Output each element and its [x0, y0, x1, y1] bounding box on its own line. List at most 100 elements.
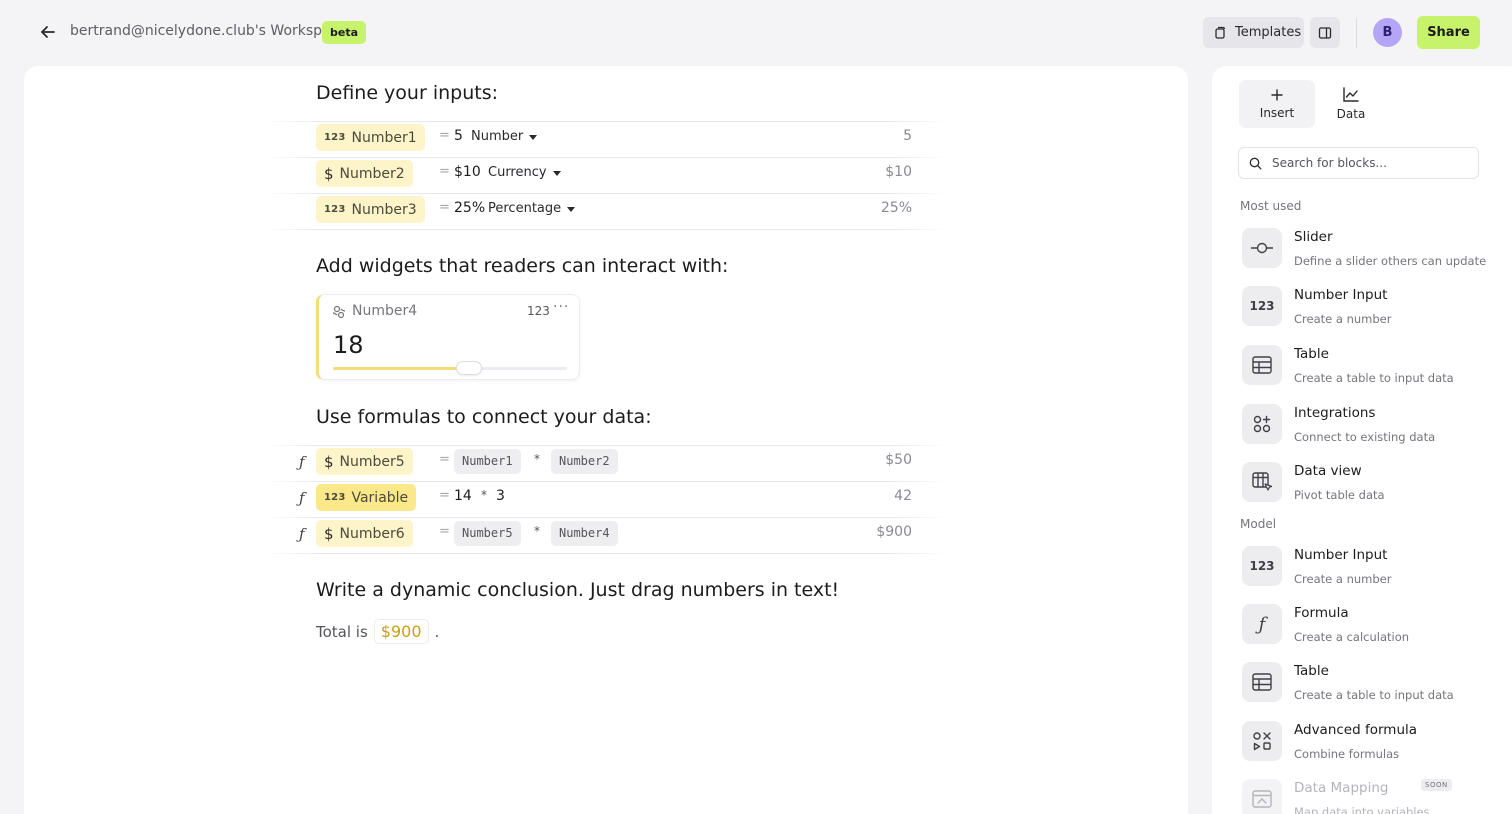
variable-name: Number2	[339, 165, 405, 182]
conclusion-section-title: Write a dynamic conclusion. Just drag nu…	[316, 579, 840, 601]
total-value-chip[interactable]: $900	[373, 619, 429, 644]
format-dropdown[interactable]: Number	[471, 129, 538, 144]
slider-icon	[1242, 228, 1282, 268]
variable-reference[interactable]: Number4	[551, 521, 618, 546]
slider-fill	[333, 367, 469, 370]
block-integrations[interactable]: Integrations Connect to existing data	[1240, 404, 1490, 448]
block-data-mapping: Data Mapping SOON Map data into variable…	[1240, 779, 1490, 814]
input-row-number3[interactable]: 123 Number3 = 25% Percentage 25%	[266, 192, 946, 228]
slider-track[interactable]	[333, 361, 567, 375]
block-title: Advanced formula	[1294, 722, 1418, 738]
input-value[interactable]: $10	[454, 164, 481, 180]
formula-row-number5[interactable]: ƒ $ Number5 = Number1 * Number2 $50	[266, 444, 946, 480]
variable-name: Variable	[351, 489, 409, 506]
block-title: Slider	[1294, 229, 1333, 245]
variable-chip-number3[interactable]: 123 Number3	[316, 196, 425, 223]
group-label-model: Model	[1240, 517, 1277, 531]
conclusion-prefix: Total is	[316, 622, 368, 641]
currency-type-icon: $	[324, 164, 334, 183]
block-title: Data view	[1294, 463, 1362, 479]
input-row-number2[interactable]: $ Number2 = $10 Currency $10	[266, 156, 946, 192]
top-bar: bertrand@nicelydone.club's Workspace bet…	[0, 0, 1512, 66]
number-type-icon: 123	[324, 132, 346, 143]
more-options-icon[interactable]: ···	[553, 299, 569, 315]
tab-insert[interactable]: Insert	[1239, 80, 1315, 128]
formula-operand[interactable]: 14	[454, 488, 472, 504]
block-description: Create a number	[1294, 312, 1392, 326]
widget-variable-name: Number4	[352, 303, 418, 319]
block-description: Combine formulas	[1294, 747, 1400, 761]
variable-chip-variable[interactable]: 123 Variable	[316, 484, 417, 511]
block-description: Map data into variables	[1294, 805, 1430, 814]
variable-reference[interactable]: Number2	[551, 449, 618, 474]
document-canvas: Define your inputs: 123 Number1 = 5 Numb…	[24, 66, 1188, 814]
formula-row-number6[interactable]: ƒ $ Number6 = Number5 * Number4 $900	[266, 516, 946, 552]
equals-sign: =	[439, 128, 450, 143]
variable-name: Number3	[351, 201, 417, 218]
share-button[interactable]: Share	[1417, 16, 1480, 49]
block-data-view[interactable]: Data view Pivot table data	[1240, 462, 1490, 506]
format-dropdown[interactable]: Currency	[488, 165, 561, 180]
tab-label: Data	[1336, 107, 1366, 121]
format-label: Percentage	[488, 201, 562, 216]
multiply-operator: *	[481, 488, 487, 502]
block-number-input[interactable]: 123 Number Input Create a number	[1240, 286, 1490, 330]
search-input[interactable]	[1272, 156, 1462, 170]
input-row-number1[interactable]: 123 Number1 = 5 Number 5	[266, 120, 946, 156]
block-formula[interactable]: ƒ Formula Create a calculation	[1240, 604, 1490, 648]
integrations-icon	[1242, 404, 1282, 444]
widget-type-label: 123	[527, 304, 550, 318]
block-search[interactable]	[1238, 147, 1479, 179]
formulas-section-title: Use formulas to connect your data:	[316, 406, 652, 428]
computed-result: $10	[885, 164, 912, 180]
insert-sidebar: Insert Data Most used Slider Define a sl…	[1212, 66, 1512, 814]
variable-reference[interactable]: Number5	[454, 521, 521, 546]
block-title: Table	[1294, 346, 1329, 362]
sidebar-toggle-icon	[1318, 26, 1332, 39]
block-description: Pivot table data	[1294, 488, 1385, 502]
formula-operand[interactable]: 3	[496, 488, 505, 504]
input-value[interactable]: 5	[454, 128, 463, 144]
block-model-table[interactable]: Table Create a table to input data	[1240, 662, 1490, 706]
tab-data[interactable]: Data	[1313, 80, 1389, 128]
slider-widget-number4[interactable]: Number4 123 ··· 18	[316, 294, 580, 380]
variable-reference[interactable]: Number1	[454, 449, 521, 474]
block-title: Table	[1294, 663, 1329, 679]
block-description: Define a slider others can update	[1294, 254, 1487, 268]
templates-button[interactable]: Templates	[1203, 17, 1304, 48]
table-icon	[1242, 662, 1282, 702]
block-model-number-input[interactable]: 123 Number Input Create a number	[1240, 546, 1490, 590]
back-arrow-icon[interactable]	[38, 22, 58, 42]
block-title: Formula	[1294, 605, 1349, 621]
variable-chip-number1[interactable]: 123 Number1	[316, 124, 425, 151]
conclusion-text[interactable]: Total is $900 .	[316, 619, 439, 644]
block-title: Number Input	[1294, 547, 1388, 563]
format-label: Currency	[488, 165, 547, 180]
row-divider	[266, 229, 946, 230]
soon-badge: SOON	[1421, 779, 1452, 791]
formula-row-variable[interactable]: ƒ 123 Variable = 14 * 3 42	[266, 480, 946, 516]
group-label-most-used: Most used	[1240, 199, 1302, 213]
block-advanced-formula[interactable]: Advanced formula Combine formulas	[1240, 721, 1490, 765]
variable-chip-number2[interactable]: $ Number2	[316, 160, 413, 187]
toggle-panel-button[interactable]	[1310, 17, 1340, 48]
user-avatar[interactable]: B	[1373, 18, 1402, 47]
computed-result: $50	[885, 452, 912, 468]
variable-name: Number5	[339, 453, 405, 470]
equals-sign: =	[439, 488, 450, 503]
tab-label: Insert	[1259, 106, 1295, 120]
equals-sign: =	[439, 452, 450, 467]
block-table[interactable]: Table Create a table to input data	[1240, 345, 1490, 389]
currency-type-icon: $	[324, 524, 334, 543]
computed-result: $900	[876, 524, 912, 540]
slider-thumb[interactable]	[455, 361, 482, 375]
block-slider[interactable]: Slider Define a slider others can update	[1240, 228, 1490, 272]
format-dropdown[interactable]: Percentage	[488, 201, 576, 216]
workspace-title[interactable]: bertrand@nicelydone.club's Workspace	[70, 23, 347, 39]
input-value[interactable]: 25%	[454, 200, 485, 216]
inputs-section-title: Define your inputs:	[316, 82, 498, 104]
block-description: Connect to existing data	[1294, 430, 1436, 444]
variable-chip-number5[interactable]: $ Number5	[316, 448, 413, 475]
variable-chip-number6[interactable]: $ Number6	[316, 520, 413, 547]
conclusion-suffix: .	[434, 622, 440, 641]
